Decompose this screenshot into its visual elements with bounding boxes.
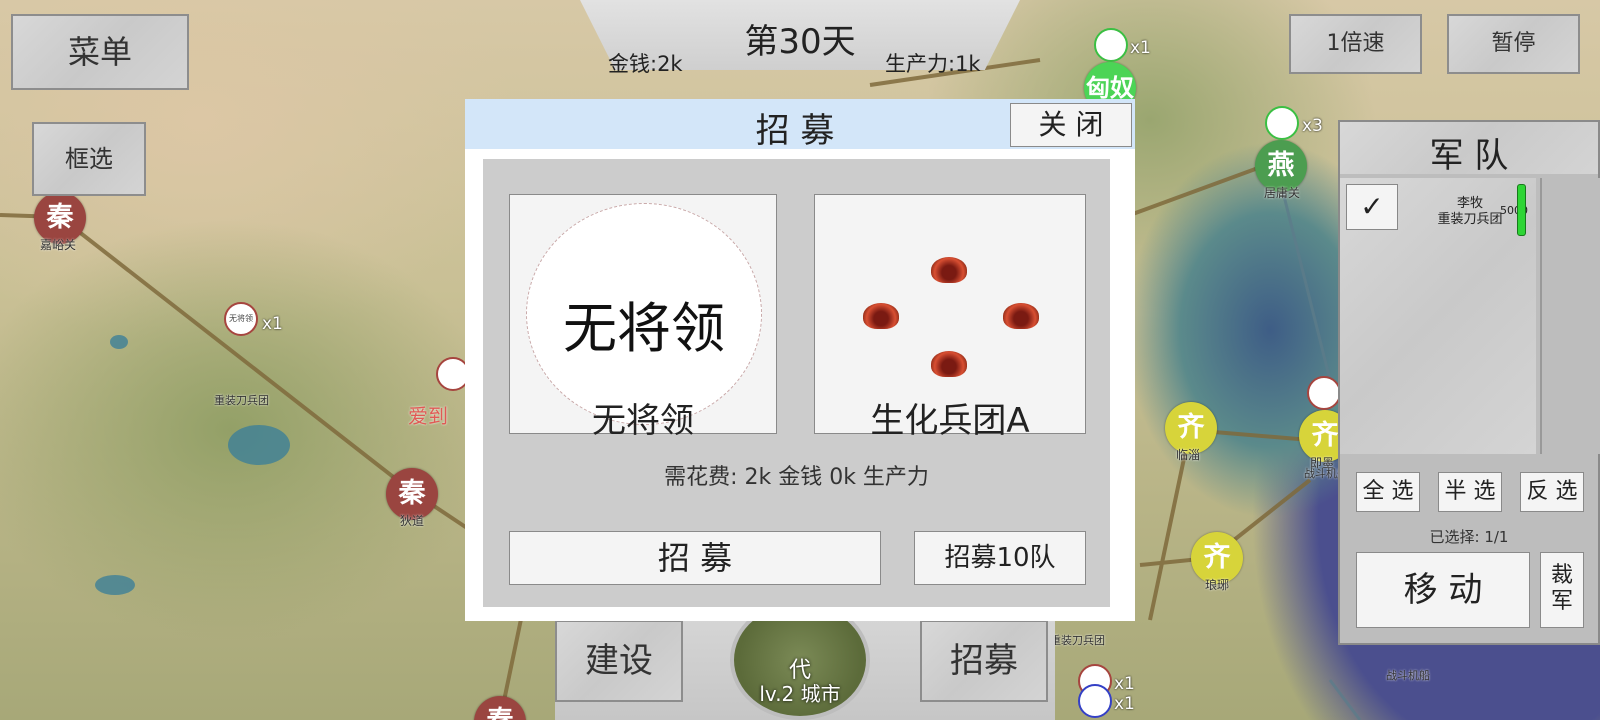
city-name: 琅琊 bbox=[1205, 578, 1230, 592]
army-pin-icon[interactable] bbox=[1265, 106, 1299, 140]
day-counter: 第30天 bbox=[744, 22, 856, 62]
move-button[interactable]: 移 动 bbox=[1356, 552, 1530, 628]
unit-strength-bar bbox=[1517, 184, 1526, 236]
select-all-button[interactable]: 全 选 bbox=[1356, 472, 1420, 512]
city-name: 临淄 bbox=[1176, 448, 1201, 462]
unit-label: 生化兵团A bbox=[870, 401, 1030, 441]
unit-card[interactable]: 生化兵团A bbox=[814, 194, 1086, 441]
general-portrait: 无将领 bbox=[526, 203, 762, 425]
army-panel-header: 军 队 bbox=[1340, 122, 1598, 176]
selection-count: 已选择: 1/1 bbox=[1429, 528, 1509, 546]
cost-text: 需花费: 2k 金钱 0k 生产力 bbox=[664, 465, 929, 490]
money-readout: 金钱:2k bbox=[608, 52, 683, 76]
build-button[interactable]: 建设 bbox=[555, 620, 683, 702]
select-invert-button[interactable]: 反 选 bbox=[1520, 472, 1584, 512]
army-list[interactable]: ✓ 李牧 重装刀兵团 5000 bbox=[1340, 178, 1536, 454]
unit-soldier-icon bbox=[863, 303, 899, 329]
close-button[interactable]: 关 闭 bbox=[1010, 103, 1132, 147]
speed-button[interactable]: 1倍速 bbox=[1289, 14, 1422, 74]
dialog-title: 招 募 bbox=[755, 111, 835, 151]
unit-soldier-icon bbox=[931, 257, 967, 283]
army-count: x1 bbox=[262, 314, 283, 334]
disband-button[interactable]: 裁军 bbox=[1540, 552, 1584, 628]
army-pin-icon[interactable]: 无将领 bbox=[224, 302, 258, 336]
army-type-label: 战斗机船 bbox=[1386, 669, 1430, 682]
production-readout: 生产力:1k bbox=[885, 52, 981, 76]
select-half-button[interactable]: 半 选 bbox=[1438, 472, 1502, 512]
army-pin-icon[interactable] bbox=[1078, 684, 1112, 718]
city-portrait-level: lv.2 城市 bbox=[759, 682, 841, 706]
army-count: x1 bbox=[1114, 674, 1135, 694]
dialog-body: 无将领 无将领 生化兵团A 需花费: 2k 金钱 0k 生产力 招 募 招募10… bbox=[483, 159, 1110, 607]
unit-soldier-icon bbox=[1003, 303, 1039, 329]
general-label: 无将领 bbox=[592, 401, 694, 441]
army-count: x1 bbox=[1114, 694, 1135, 714]
army-list-scrollbar[interactable] bbox=[1540, 178, 1600, 454]
army-count: x3 bbox=[1302, 116, 1323, 136]
army-panel: 军 队 ✓ 李牧 重装刀兵团 5000 全 选 半 选 反 选 已选择: 1/1… bbox=[1338, 120, 1600, 645]
army-type-label: 重装刀兵团 bbox=[214, 394, 269, 407]
recruit-button[interactable]: 招募 bbox=[920, 620, 1048, 702]
menu-button[interactable]: 菜单 bbox=[11, 14, 189, 90]
army-panel-title: 军 队 bbox=[1429, 136, 1509, 176]
recruit-10-button[interactable]: 招募10队 bbox=[914, 531, 1086, 585]
army-pin-icon[interactable] bbox=[1307, 376, 1341, 410]
unit-checkbox[interactable]: ✓ bbox=[1346, 184, 1398, 230]
unit-soldier-icon bbox=[931, 351, 967, 377]
general-card[interactable]: 无将领 无将领 bbox=[509, 194, 777, 441]
city-name: 狄道 bbox=[400, 514, 425, 528]
army-owner-label: 爱到 bbox=[408, 404, 448, 428]
general-portrait-text: 无将领 bbox=[563, 297, 725, 360]
army-type-label: 重装刀兵团 bbox=[1050, 634, 1105, 647]
city-name: 居庸关 bbox=[1264, 186, 1301, 200]
recruit-dialog: 招 募 关 闭 无将领 无将领 生化兵团A 需花费: 2k 金钱 0k 生产力 … bbox=[465, 99, 1135, 621]
army-pin-icon[interactable] bbox=[1094, 28, 1128, 62]
pause-button[interactable]: 暂停 bbox=[1447, 14, 1580, 74]
army-count: x1 bbox=[1130, 38, 1151, 58]
city-name: 嘉峪关 bbox=[40, 238, 77, 252]
recruit-confirm-button[interactable]: 招 募 bbox=[509, 531, 881, 585]
box-select-button[interactable]: 框选 bbox=[32, 122, 146, 196]
